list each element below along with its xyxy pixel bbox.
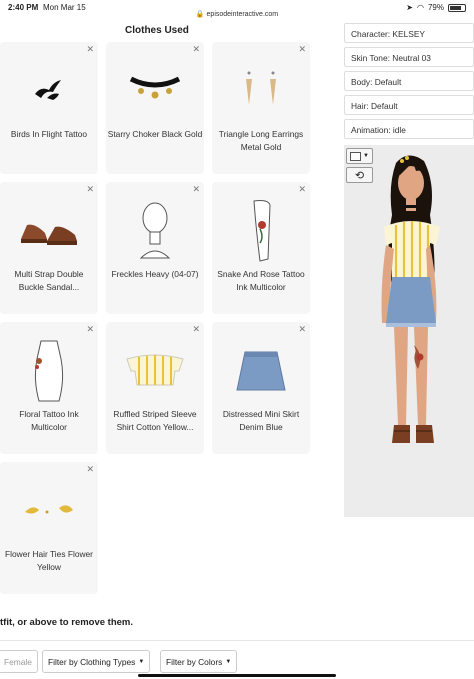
wifi-icon: ◠ <box>417 3 424 12</box>
color-filter-button[interactable]: Filter by Colors ▼ <box>160 650 238 673</box>
instructions-text: tfit, or above to remove them. <box>0 617 134 628</box>
hair-ties-icon <box>0 480 98 542</box>
clothing-name: Floral Tattoo Ink Multicolor <box>19 409 79 432</box>
clothing-name: Birds In Flight Tattoo <box>10 129 88 139</box>
clothing-card[interactable]: ✕ Starry Choker Black Gold <box>106 42 204 174</box>
body-field[interactable]: Body: Default <box>344 71 474 91</box>
remove-item-icon[interactable]: ✕ <box>298 44 306 55</box>
remove-item-icon[interactable]: ✕ <box>192 44 200 55</box>
choker-icon <box>106 60 204 122</box>
status-bar: 2:40 PM Mon Mar 15 🔒 episodeinteractive.… <box>0 0 474 20</box>
clothing-card[interactable]: ✕ Freckles Heavy (04-07) <box>106 182 204 314</box>
caret-down-icon: ▼ <box>225 658 232 665</box>
remove-item-icon[interactable]: ✕ <box>86 324 94 335</box>
denim-skirt-icon <box>212 340 310 402</box>
remove-item-icon[interactable]: ✕ <box>192 324 200 335</box>
character-name-field[interactable]: Character: KELSEY <box>344 23 474 43</box>
mannequin-head-icon <box>106 200 204 262</box>
striped-top-icon <box>106 340 204 402</box>
sandals-icon <box>0 200 98 262</box>
battery-fill <box>450 5 462 10</box>
gender-filter-label: Female <box>4 656 32 667</box>
remove-item-icon[interactable]: ✕ <box>86 184 94 195</box>
hair-field[interactable]: Hair: Default <box>344 95 474 115</box>
clothing-name: Starry Choker Black Gold <box>107 129 203 139</box>
remove-item-icon[interactable]: ✕ <box>86 464 94 475</box>
character-preview: ▼ ⟲ <box>344 145 474 517</box>
skin-tone-field[interactable]: Skin Tone: Neutral 03 <box>344 47 474 67</box>
status-icons: ➤ ◠ 79% <box>406 3 466 12</box>
character-avatar <box>381 155 440 443</box>
clothing-card[interactable]: ✕ Triangle Long Earrings Metal Gold <box>212 42 310 174</box>
clothing-card[interactable]: ✕ Ruffled Striped Sleeve Shirt Cotton Ye… <box>106 322 204 454</box>
caret-down-icon: ▼ <box>138 658 145 665</box>
remove-item-icon[interactable]: ✕ <box>86 44 94 55</box>
clothing-name: Flower Hair Ties Flower Yellow <box>5 549 93 572</box>
remove-item-icon[interactable]: ✕ <box>192 184 200 195</box>
color-filter-label: Filter by Colors <box>166 656 223 667</box>
location-icon: ➤ <box>406 3 413 12</box>
remove-item-icon[interactable]: ✕ <box>298 184 306 195</box>
battery-icon <box>448 3 466 12</box>
lock-icon: 🔒 <box>195 11 205 18</box>
gender-filter-button[interactable]: Female <box>0 650 38 673</box>
url-bar[interactable]: 🔒 episodeinteractive.com <box>0 10 474 18</box>
section-title: Clothes Used <box>125 25 189 36</box>
clothing-type-filter-label: Filter by Clothing Types <box>48 656 136 667</box>
clothing-card[interactable]: ✕ Multi Strap Double Buckle Sandal... <box>0 182 98 314</box>
home-indicator[interactable] <box>138 674 336 677</box>
clothing-name: Ruffled Striped Sleeve Shirt Cotton Yell… <box>113 409 197 432</box>
battery-percent: 79% <box>427 3 444 12</box>
clothing-type-filter-button[interactable]: Filter by Clothing Types ▼ <box>42 650 151 673</box>
character-panel: Character: KELSEY Skin Tone: Neutral 03 … <box>342 20 474 520</box>
clothing-name: Multi Strap Double Buckle Sandal... <box>14 269 84 292</box>
clothing-name: Distressed Mini Skirt Denim Blue <box>222 409 300 432</box>
clothing-card[interactable]: ✕ Distressed Mini Skirt Denim Blue <box>212 322 310 454</box>
clothing-card[interactable]: ✕ Flower Hair Ties Flower Yellow <box>0 462 98 594</box>
earrings-icon <box>212 60 310 122</box>
clothing-name: Freckles Heavy (04-07) <box>111 269 199 279</box>
clothing-name: Snake And Rose Tattoo Ink Multicolor <box>217 269 305 292</box>
clothing-name: Triangle Long Earrings Metal Gold <box>218 129 304 152</box>
url-text: episodeinteractive.com <box>206 11 279 18</box>
clothing-card[interactable]: ✕ Birds In Flight Tattoo <box>0 42 98 174</box>
clothes-used-panel: Clothes Used ✕ Birds In Flight Tattoo ✕ … <box>0 20 340 620</box>
clothing-card[interactable]: ✕ Floral Tattoo Ink Multicolor <box>0 322 98 454</box>
clothing-card[interactable]: ✕ Snake And Rose Tattoo Ink Multicolor <box>212 182 310 314</box>
torso-tattoo-icon <box>0 340 98 402</box>
birds-tattoo-icon <box>0 60 98 122</box>
leg-tattoo-icon <box>212 200 310 262</box>
animation-field[interactable]: Animation: idle <box>344 119 474 139</box>
remove-item-icon[interactable]: ✕ <box>298 324 306 335</box>
